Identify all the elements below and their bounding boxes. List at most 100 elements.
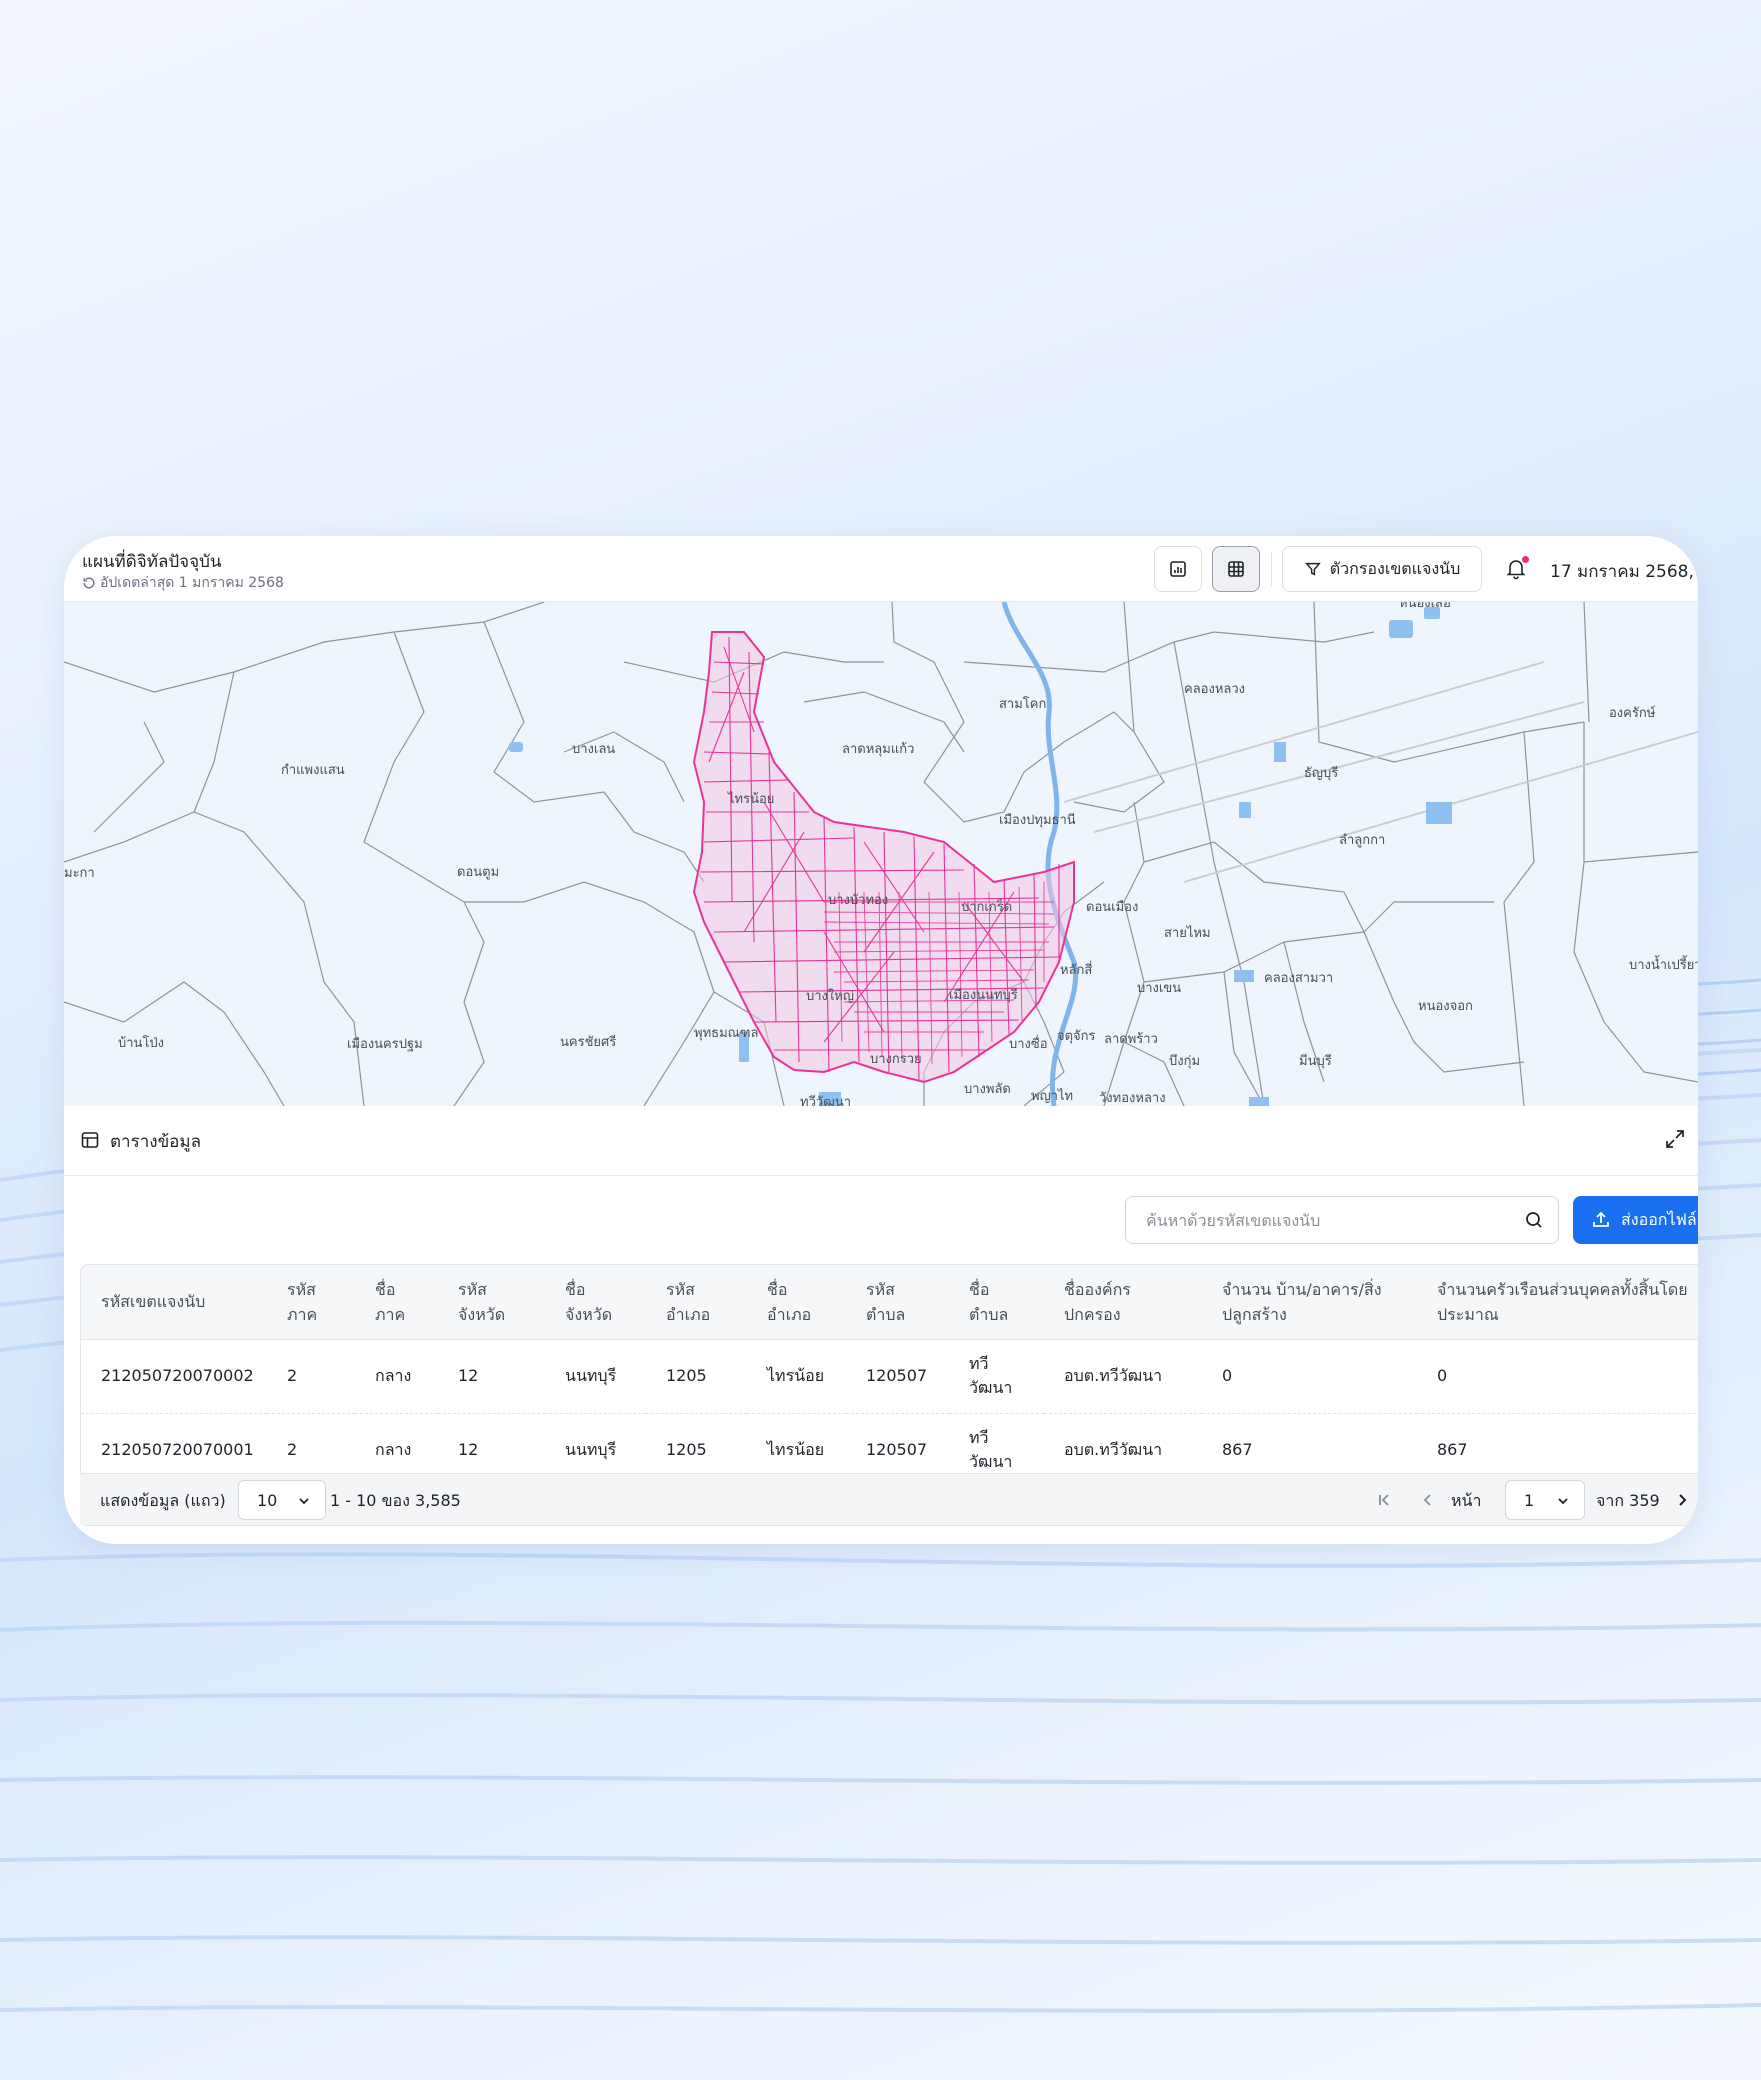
map-label: สายไหม: [1164, 925, 1211, 941]
map-label: บ้านโป่ง: [118, 1035, 164, 1051]
table-cell: กลาง: [355, 1339, 438, 1414]
table-panel-header: ตารางข้อมูล: [64, 1106, 1698, 1176]
map-label: ดอนเมือง: [1086, 899, 1138, 915]
map-label: หลักสี่: [1060, 961, 1092, 978]
map-label: มีนบุรี: [1299, 1053, 1332, 1069]
table-header-row: รหัสเขตแจงนับ รหัส ภาค ชื่อ ภาค รหัส จังหวั…: [81, 1265, 1698, 1340]
export-label: ส่งออกไฟล์: [1621, 1209, 1697, 1229]
column-header[interactable]: จำนวน บ้าน/อาคาร/สิ่ง ปลูกสร้าง: [1202, 1265, 1417, 1340]
map-label: คลองสามวา: [1264, 971, 1333, 986]
current-datetime: 17 มกราคม 2568, 1: [1550, 562, 1698, 582]
map-label: เมืองปทุมธานี: [999, 812, 1076, 828]
map-label: พุทธมณฑล: [694, 1026, 758, 1041]
page-label: หน้า: [1451, 1491, 1482, 1510]
map-label: คลองหลวง: [1184, 682, 1245, 697]
refresh-icon: [83, 577, 95, 589]
table-cell: 0: [1417, 1339, 1698, 1414]
table-panel-title: ตารางข้อมูล: [110, 1132, 202, 1152]
page-title: แผนที่ดิจิทัลปัจจุบัน: [82, 552, 222, 572]
map-label: ธัญบุรี: [1304, 765, 1338, 781]
column-header[interactable]: รหัส ตำบล: [846, 1265, 949, 1340]
pagination-bar: แสดงข้อมูล (แถว) 10 1 - 10 ของ 3,585 หน้…: [80, 1473, 1698, 1525]
column-header[interactable]: ชื่อ ตำบล: [949, 1265, 1044, 1340]
table-cell: 1205: [646, 1339, 747, 1414]
map-view[interactable]: หนองเสือ คลองหลวง องครักษ์ สามโคก ลาดหลุ…: [64, 602, 1698, 1106]
map-label: องครักษ์: [1609, 705, 1656, 721]
table-cell: 0: [1202, 1339, 1417, 1414]
column-header[interactable]: ชื่อ อำเภอ: [747, 1265, 846, 1340]
table-row[interactable]: 212050720070002 2 กลาง 12 นนทบุรี 1205 ไ…: [81, 1339, 1698, 1414]
chevron-down-icon: [299, 1498, 309, 1505]
table-cell: 12: [438, 1339, 545, 1414]
enumeration-filter-button[interactable]: ตัวกรองเขตแจงนับ: [1282, 546, 1482, 592]
column-header[interactable]: รหัส จังหวัด: [438, 1265, 545, 1340]
column-header[interactable]: จำนวนครัวเรือนส่วนบุคคลทั้งสิ้นโดย ประมาณ: [1417, 1265, 1698, 1340]
map-label: นครชัยศรี: [560, 1034, 616, 1050]
table-icon: [1228, 561, 1244, 577]
column-header[interactable]: ชื่อ ภาค: [355, 1265, 438, 1340]
column-header[interactable]: รหัสเขตแจงนับ: [81, 1265, 267, 1340]
map-label: บางเขน: [1137, 981, 1181, 996]
map-label: เมืองนนทบุรี: [949, 987, 1018, 1003]
map-label: วังทองหลาง: [1099, 1091, 1166, 1106]
chevron-down-icon: [1558, 1498, 1568, 1505]
page-select[interactable]: 1: [1505, 1480, 1585, 1520]
map-label: บางบัวทอง: [828, 893, 888, 908]
map-label: บางใหญ่: [806, 988, 854, 1004]
expand-icon[interactable]: [1664, 1128, 1686, 1150]
table-icon: [81, 1132, 99, 1148]
previous-page-icon[interactable]: [1418, 1490, 1438, 1510]
map-label: ดอนตูม: [457, 865, 499, 880]
search-input[interactable]: [1126, 1197, 1506, 1243]
table-cell: 212050720070002: [81, 1339, 267, 1414]
rows-per-page-label: แสดงข้อมูล (แถว): [100, 1491, 226, 1510]
search-icon[interactable]: [1524, 1210, 1544, 1230]
map-label: ทวีวัฒนา: [800, 1094, 851, 1106]
first-page-icon[interactable]: [1374, 1490, 1394, 1510]
map-label: สามโคก: [999, 696, 1046, 712]
map-label: หนองจอก: [1418, 999, 1473, 1014]
column-header[interactable]: รหัส ภาค: [267, 1265, 355, 1340]
app-window: แผนที่ดิจิทัลปัจจุบัน อัปเดตล่าสุด 1 มกร…: [64, 536, 1698, 1544]
map-label: บางเลน: [572, 742, 615, 757]
column-header[interactable]: รหัส อำเภอ: [646, 1265, 747, 1340]
map-label: เมืองนครปฐม: [347, 1036, 423, 1052]
map-label: จตุจักร: [1057, 1029, 1096, 1044]
table-cell: ทวี วัฒนา: [949, 1339, 1044, 1414]
map-label: บางน้ำเปรี้ยว: [1629, 955, 1698, 973]
search-box[interactable]: [1125, 1196, 1559, 1244]
rows-per-page-value: 10: [257, 1490, 278, 1510]
chart-icon: [1170, 561, 1186, 577]
total-pages: จาก 359: [1596, 1491, 1660, 1510]
map-label: บางซื่อ: [1009, 1035, 1048, 1052]
table-cell: อบต.ทวีวัฒนา: [1044, 1339, 1202, 1414]
map-label: หนองเสือ: [1399, 602, 1451, 611]
table-cell: นนทบุรี: [545, 1339, 646, 1414]
map-canvas[interactable]: หนองเสือ คลองหลวง องครักษ์ สามโคก ลาดหลุ…: [64, 602, 1698, 1106]
map-label: ลาดหลุมแก้ว: [842, 742, 914, 757]
page-value: 1: [1524, 1490, 1535, 1510]
map-label: พญาไท: [1031, 1088, 1073, 1104]
last-updated-text: อัปเดตล่าสุด 1 มกราคม 2568: [100, 575, 284, 591]
map-label: กำแพงแสน: [281, 763, 345, 778]
map-label: ลาดพร้าว: [1104, 1032, 1158, 1047]
map-label: บางกรวย: [870, 1052, 922, 1067]
toolbar-divider: [1271, 552, 1272, 586]
map-label: มะกา: [64, 866, 95, 881]
column-header[interactable]: ชื่อ จังหวัด: [545, 1265, 646, 1340]
chart-view-button[interactable]: [1154, 546, 1202, 592]
upload-icon: [1593, 1211, 1609, 1227]
table-cell: ไทรน้อย: [747, 1339, 846, 1414]
map-label: บางพลัด: [964, 1082, 1011, 1097]
notification-dot: [1522, 556, 1529, 563]
next-page-icon[interactable]: [1672, 1490, 1692, 1510]
table-cell: 120507: [846, 1339, 949, 1414]
filter-label: ตัวกรองเขตแจงนับ: [1329, 558, 1461, 578]
export-file-button[interactable]: ส่งออกไฟล์: [1573, 1196, 1698, 1244]
map-label: บึงกุ่ม: [1169, 1054, 1200, 1069]
column-header[interactable]: ชื่อองค์กร ปกครอง: [1044, 1265, 1202, 1340]
top-bar: แผนที่ดิจิทัลปัจจุบัน อัปเดตล่าสุด 1 มกร…: [64, 536, 1698, 602]
rows-per-page-select[interactable]: 10: [238, 1480, 326, 1520]
map-label: ไทรน้อย: [727, 791, 774, 807]
table-view-button[interactable]: [1212, 546, 1260, 592]
